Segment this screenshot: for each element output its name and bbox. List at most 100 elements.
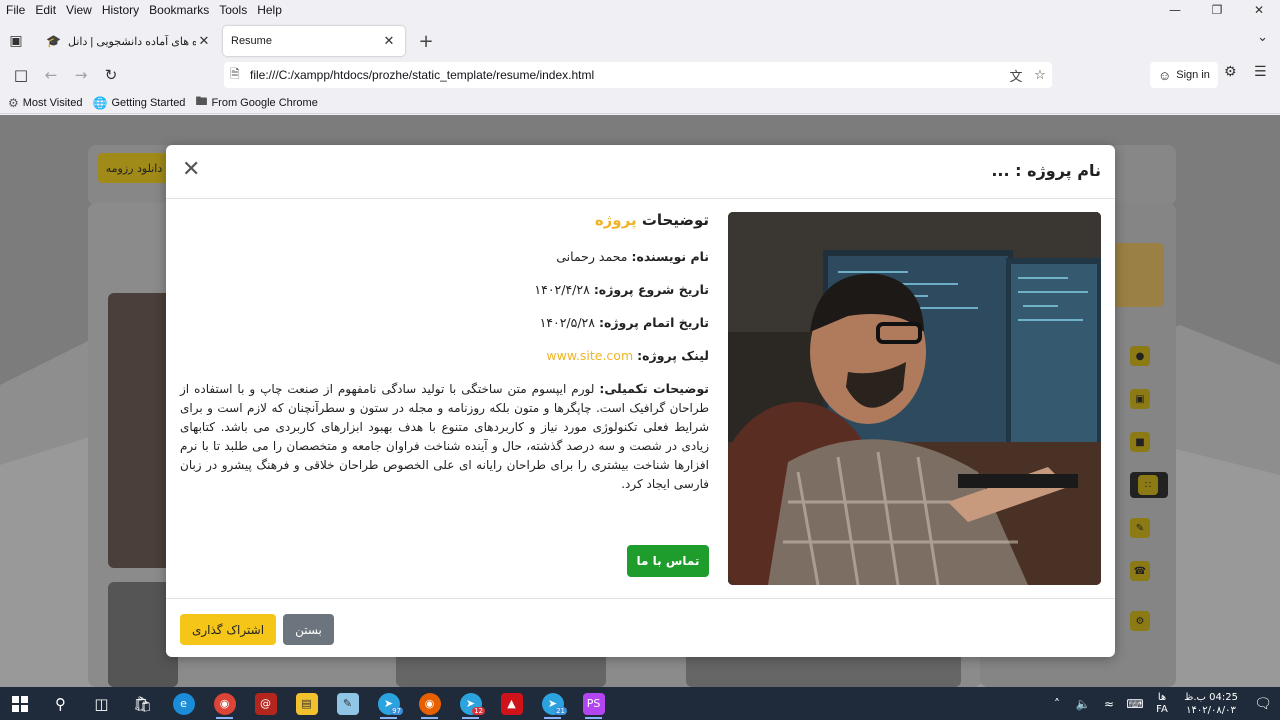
description-row: توضیحات تکمیلی: لورم ایپسوم متن ساختگی ب…: [180, 379, 709, 494]
clock-date: ۱۴۰۲/۰۸/۰۳: [1186, 704, 1236, 716]
tab-close-icon[interactable]: ✕: [196, 34, 212, 49]
sign-in-button[interactable]: ☺ Sign in: [1150, 62, 1218, 88]
project-modal: نام پروژه : ... ✕ توضیحات پروژه نام نویس…: [166, 145, 1115, 657]
start-date-row: تاریخ شروع پروژه: ۱۴۰۲/۴/۲۸: [180, 280, 709, 300]
telegram-badge: 97: [390, 707, 403, 715]
project-details: توضیحات پروژه نام نویسنده: محمد رحمانی ت…: [180, 211, 709, 494]
tab-list-icon[interactable]: ▣: [0, 25, 32, 57]
tab-close-icon[interactable]: ✕: [381, 34, 397, 49]
menu-tools[interactable]: Tools: [214, 3, 252, 17]
bookmark-from-chrome[interactable]: 🖿 From Google Chrome: [195, 92, 317, 113]
tab-resume[interactable]: Resume ✕: [223, 26, 405, 56]
forward-icon[interactable]: →: [66, 61, 96, 89]
keyboard-icon[interactable]: ⌨: [1122, 697, 1148, 711]
telegram-icon[interactable]: ➤ 97: [368, 687, 409, 720]
tab-projects[interactable]: 🎓 پروژه های آماده دانشجویی | دانل ✕: [38, 26, 220, 56]
translate-icon[interactable]: 文: [1004, 66, 1028, 85]
modal-footer: اشتراک گذاری بستن: [166, 598, 1115, 657]
file-explorer-icon[interactable]: ▤: [286, 687, 327, 720]
restore-icon[interactable]: ❐: [1196, 0, 1238, 20]
volume-icon[interactable]: 🔈: [1070, 697, 1096, 711]
download-resume-button[interactable]: دانلود رزومه: [98, 153, 170, 183]
wifi-icon[interactable]: ≈: [1096, 697, 1122, 711]
search-icon[interactable]: ⚲: [40, 687, 81, 720]
start-date-value: ۱۴۰۲/۴/۲۸: [534, 282, 590, 297]
windows-start-icon[interactable]: [0, 687, 40, 720]
app-icon[interactable]: @: [245, 687, 286, 720]
store-icon[interactable]: 🛍: [122, 687, 163, 720]
developer-photo: [728, 212, 1101, 585]
user-icon: ●: [1130, 346, 1150, 366]
description-text: لورم ایپسوم متن ساختگی با تولید سادگی نا…: [180, 382, 709, 491]
reload-icon[interactable]: ↻: [96, 61, 126, 89]
chrome-icon[interactable]: ◉: [204, 687, 245, 720]
nav-bar: □ ← → ↻ 🗎 file:///C:/xampp/htdocs/prozhe…: [0, 60, 1280, 90]
project-image: [728, 212, 1101, 585]
file-icon: ▣: [1130, 389, 1150, 409]
tab-bar: ▣ 🎓 پروژه های آماده دانشجویی | دانل ✕ Re…: [0, 24, 1280, 58]
edge-icon[interactable]: e: [163, 687, 204, 720]
description-label: توضیحات تکمیلی:: [599, 381, 709, 396]
modal-title: نام پروژه : ...: [991, 161, 1101, 180]
clock[interactable]: 04:25 ب.ظ ۱۴۰۲/۰۸/۰۳: [1176, 691, 1246, 717]
firefox-icon[interactable]: ◉: [409, 687, 450, 720]
bookmark-getting-started[interactable]: 🌐 Getting Started: [92, 96, 185, 110]
hamburger-menu-icon[interactable]: ☰: [1254, 64, 1267, 80]
account-icon: ☺: [1158, 67, 1172, 83]
extensions-icon[interactable]: ⚙: [1224, 64, 1237, 80]
bookmark-star-icon[interactable]: ☆: [1028, 68, 1052, 83]
window-close-icon[interactable]: ✕: [1238, 0, 1280, 20]
project-link[interactable]: www.site.com: [546, 348, 633, 363]
telegram-icon[interactable]: ➤ 12: [450, 687, 491, 720]
close-icon[interactable]: ✕: [182, 159, 200, 181]
start-date-label: تاریخ شروع پروژه:: [593, 282, 709, 297]
new-tab-icon[interactable]: +: [412, 27, 440, 55]
back-icon[interactable]: ←: [36, 61, 66, 89]
telegram-badge: 21: [554, 707, 567, 715]
minimize-icon[interactable]: —: [1154, 0, 1196, 20]
url-text[interactable]: file:///C:/xampp/htdocs/prozhe/static_te…: [250, 68, 1004, 82]
sidebar-item[interactable]: ⚙: [1130, 608, 1170, 634]
sidebar-item[interactable]: ▣: [1130, 386, 1170, 412]
close-button[interactable]: بستن: [283, 614, 334, 645]
telegram-badge: 12: [472, 707, 485, 715]
chevron-up-icon[interactable]: ˄: [1044, 697, 1070, 711]
author-row: نام نویسنده: محمد رحمانی: [180, 247, 709, 267]
phpstorm-icon[interactable]: PS: [573, 687, 614, 720]
heading-accent: پروژه: [594, 211, 637, 229]
sidebar-item[interactable]: ☎: [1130, 558, 1170, 584]
author-value: محمد رحمانی: [556, 249, 628, 264]
menu-file[interactable]: File: [0, 3, 30, 17]
menu-history[interactable]: History: [97, 3, 144, 17]
gear-icon: ⚙: [1130, 611, 1150, 631]
chevron-down-icon[interactable]: ⌄: [1257, 30, 1268, 45]
gear-icon: ⚙: [8, 95, 19, 110]
sitemap-icon: ∷: [1138, 475, 1158, 495]
notepad-icon[interactable]: ✎: [327, 687, 368, 720]
sidebar-item[interactable]: ■: [1130, 429, 1170, 455]
folder-icon: 🖿: [195, 94, 208, 108]
language-code: FA: [1156, 703, 1168, 715]
share-button[interactable]: اشتراک گذاری: [180, 614, 276, 645]
sidebar-item[interactable]: ∷: [1130, 472, 1168, 498]
menu-view[interactable]: View: [61, 3, 97, 17]
telegram-icon[interactable]: ➤ 21: [532, 687, 573, 720]
task-view-icon[interactable]: ◫: [81, 687, 122, 720]
sidebar-item[interactable]: ✎: [1130, 515, 1170, 541]
acrobat-icon[interactable]: ▲: [491, 687, 532, 720]
heading-main: توضیحات: [641, 211, 709, 229]
bookmark-label: Most Visited: [22, 96, 83, 109]
menu-help[interactable]: Help: [252, 3, 287, 17]
bookmark-most-visited[interactable]: ⚙ Most Visited: [8, 96, 82, 110]
firefox-view-icon[interactable]: □: [6, 61, 36, 89]
url-bar[interactable]: 🗎 file:///C:/xampp/htdocs/prozhe/static_…: [224, 62, 1052, 88]
menu-edit[interactable]: Edit: [30, 3, 61, 17]
notification-icon[interactable]: 🗨: [1246, 696, 1280, 712]
clock-time: 04:25 ب.ظ: [1184, 691, 1238, 703]
sidebar-item[interactable]: ●: [1130, 343, 1170, 369]
contact-us-button[interactable]: تماس با ما: [627, 545, 709, 577]
menu-bookmarks[interactable]: Bookmarks: [144, 3, 214, 17]
end-date-value: ۱۴۰۲/۵/۲۸: [539, 315, 595, 330]
language-indicator[interactable]: ها FA: [1148, 692, 1176, 716]
link-row: لینک پروژه: www.site.com: [180, 346, 709, 366]
